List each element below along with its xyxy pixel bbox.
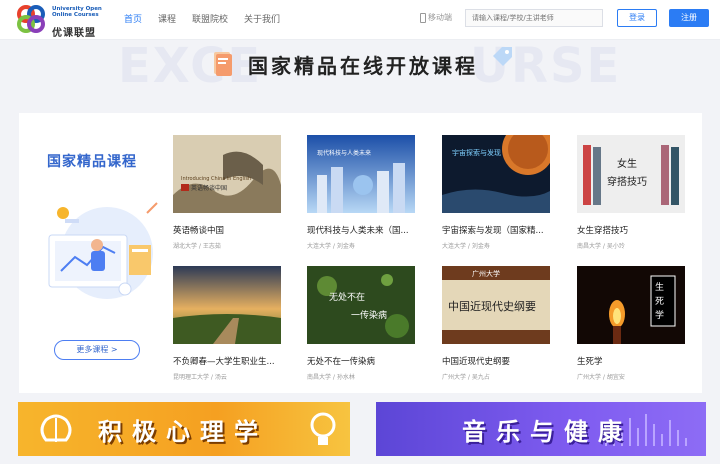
course-name: 女生穿搭技巧 — [577, 226, 629, 236]
course-card-career[interactable]: 不负卿春—大学生职业生... 昆明理工大学 / 汤云 — [173, 266, 281, 381]
mobile-label: 移动端 — [428, 13, 452, 22]
course-meta: 广州大学 / 吴九占 — [442, 374, 490, 381]
teaching-illustration-icon — [48, 202, 158, 299]
svg-text:穿搭技巧: 穿搭技巧 — [607, 175, 647, 188]
main-nav: 首页 课程 联盟院校 关于我们 — [124, 12, 280, 25]
svg-text:学: 学 — [655, 309, 664, 321]
svg-text:女生: 女生 — [617, 157, 637, 170]
svg-text:广州大学: 广州大学 — [472, 269, 500, 278]
course-card-life-death[interactable]: 生 死 学 生死学 广州大学 / 胡宜安 — [577, 266, 685, 381]
banner-music-health[interactable]: 音乐与健康 — [376, 402, 706, 456]
banner-title: 音乐与健康 — [462, 418, 632, 446]
svg-text:宇宙探索与发现: 宇宙探索与发现 — [452, 148, 501, 157]
course-name: 宇宙探索与发现（国家精... — [442, 226, 544, 236]
course-meta: 大连大学 / 刘金寿 — [307, 243, 355, 250]
brain-icon — [40, 414, 72, 442]
book-stack-icon — [214, 52, 232, 76]
course-name: 生死学 — [577, 357, 603, 367]
panel-title: 国家精品课程 — [47, 154, 137, 170]
course-card-epidemic[interactable]: 无处不在 一传染病 无处不在一传染病 南昌大学 / 孙水林 — [307, 266, 415, 381]
svg-text:Introducing China in English: Introducing China in English — [181, 176, 251, 182]
logo-english: University Open Online Courses — [52, 6, 102, 18]
svg-text:生: 生 — [655, 281, 664, 293]
lightbulb-icon — [310, 412, 336, 445]
course-thumbnail: 现代科技与人类未来 — [307, 135, 415, 213]
course-meta: 湖北大学 / 王志茹 — [173, 243, 221, 250]
course-thumbnail — [173, 266, 281, 344]
site-logo[interactable]: University Open Online Courses 优课联盟 — [16, 4, 126, 39]
tag-icon — [493, 47, 512, 66]
top-header: University Open Online Courses 优课联盟 首页 课… — [0, 0, 720, 40]
nav-home[interactable]: 首页 — [124, 12, 142, 25]
login-button[interactable]: 登录 — [617, 9, 657, 27]
course-card-tech-future[interactable]: 现代科技与人类未来 现代科技与人类未来（国... 大连大学 / 刘金寿 — [307, 135, 415, 250]
course-thumbnail: 女生 穿搭技巧 — [577, 135, 685, 213]
featured-courses-panel: 国家精品课程 更多课程 > Introducing China in Engli… — [19, 113, 702, 393]
course-name: 现代科技与人类未来（国... — [307, 226, 409, 236]
course-name: 不负卿春—大学生职业生... — [173, 357, 275, 367]
svg-text:英语畅谈中国: 英语畅谈中国 — [191, 184, 227, 192]
course-thumbnail: 宇宙探索与发现 — [442, 123, 554, 213]
nav-schools[interactable]: 联盟院校 — [192, 12, 228, 25]
logo-mark-icon — [17, 5, 45, 33]
course-meta: 广州大学 / 胡宜安 — [577, 374, 625, 381]
register-button[interactable]: 注册 — [669, 9, 709, 27]
course-meta: 大连大学 / 刘金寿 — [442, 243, 490, 250]
nav-courses[interactable]: 课程 — [158, 12, 176, 25]
section-title: 国家精品在线开放课程 — [248, 54, 478, 78]
mobile-link[interactable]: 移动端 — [420, 12, 452, 23]
course-card-english-china[interactable]: Introducing China in English 英语畅谈中国 英语畅谈… — [173, 135, 281, 250]
course-thumbnail: 无处不在 一传染病 — [307, 266, 415, 344]
course-meta: 昆明理工大学 / 汤云 — [173, 374, 227, 381]
more-courses-button[interactable]: 更多课程 > — [54, 340, 140, 360]
course-name: 中国近现代史纲要 — [442, 357, 511, 367]
svg-text:无处不在: 无处不在 — [329, 291, 365, 303]
svg-text:现代科技与人类未来: 现代科技与人类未来 — [317, 149, 371, 157]
course-thumbnail: Introducing China in English 英语畅谈中国 — [173, 135, 281, 213]
svg-text:中国近现代史纲要: 中国近现代史纲要 — [448, 300, 536, 313]
logo-chinese: 优课联盟 — [52, 28, 96, 39]
banner-title: 积极心理学 — [98, 418, 268, 446]
banner-positive-psychology[interactable]: 积极心理学 — [18, 402, 350, 456]
course-name: 无处不在一传染病 — [307, 357, 376, 367]
course-card-fashion[interactable]: 女生 穿搭技巧 女生穿搭技巧 南昌大学 / 吴小玲 — [577, 135, 685, 250]
background-word-left: EXCE — [118, 38, 263, 94]
course-card-universe[interactable]: 宇宙探索与发现 宇宙探索与发现（国家精... 大连大学 / 刘金寿 — [442, 123, 554, 250]
search-input[interactable] — [465, 9, 603, 27]
course-thumbnail: 生 死 学 — [577, 266, 685, 344]
svg-text:死: 死 — [655, 296, 664, 307]
nav-about[interactable]: 关于我们 — [244, 12, 280, 25]
phone-icon — [420, 12, 426, 23]
course-name: 英语畅谈中国 — [173, 226, 225, 236]
course-thumbnail: 广州大学 中国近现代史纲要 — [442, 266, 550, 344]
svg-text:一传染病: 一传染病 — [351, 309, 387, 321]
course-meta: 南昌大学 / 孙水林 — [307, 374, 355, 381]
course-card-history[interactable]: 广州大学 中国近现代史纲要 中国近现代史纲要 广州大学 / 吴九占 — [442, 266, 550, 381]
course-meta: 南昌大学 / 吴小玲 — [577, 243, 625, 250]
